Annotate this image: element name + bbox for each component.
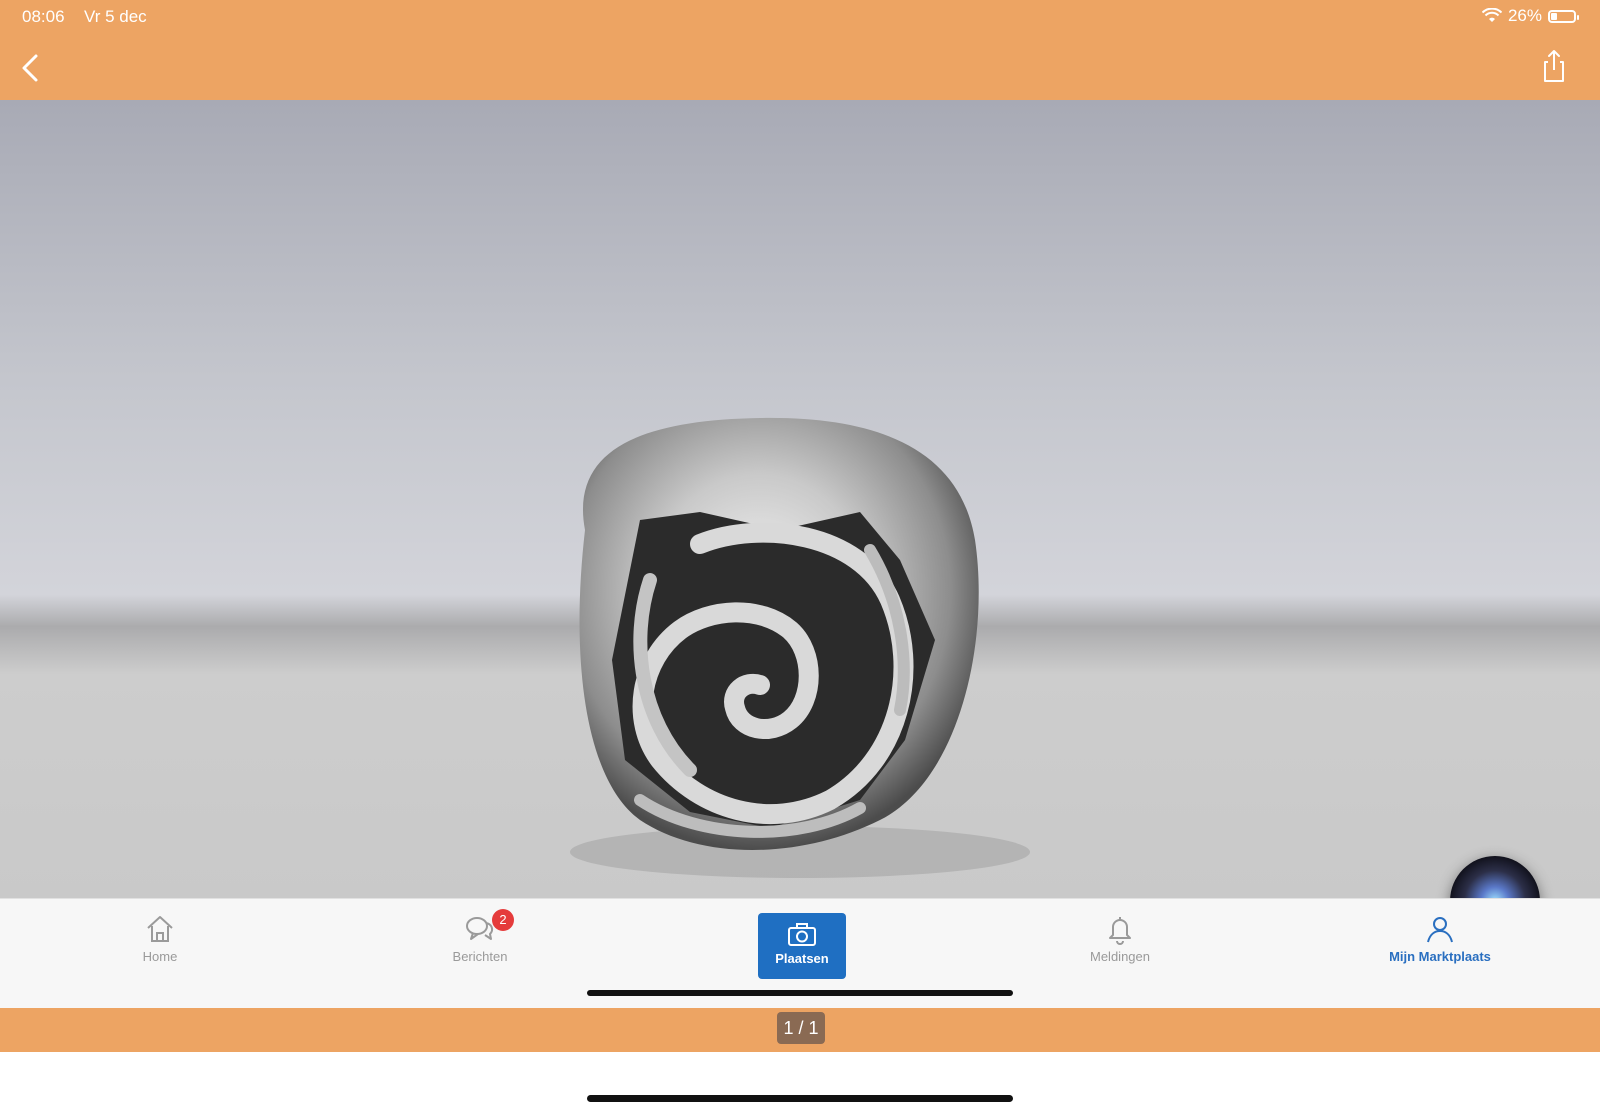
status-time: 08:06	[22, 7, 65, 26]
battery-icon	[1548, 9, 1579, 23]
share-icon	[1544, 50, 1564, 82]
gallery-counter: 1 / 1	[777, 1012, 825, 1044]
tab-messages-label: Berichten	[452, 949, 508, 964]
tab-my-marktplaats-label: Mijn Marktplaats	[1389, 949, 1491, 964]
person-icon	[1427, 917, 1453, 943]
share-button[interactable]	[1536, 48, 1572, 84]
battery-level	[1551, 12, 1557, 20]
nav-bar	[0, 32, 1600, 100]
home-indicator-inner	[587, 990, 1013, 996]
chevron-left-icon	[22, 54, 38, 82]
status-indicators: 26%	[1481, 6, 1579, 26]
battery-percent: 26%	[1507, 6, 1542, 25]
tab-notifications[interactable]: Meldingen	[1040, 913, 1200, 993]
status-date: Vr 5 dec	[84, 7, 147, 26]
tab-home[interactable]: Home	[80, 913, 240, 993]
tab-messages[interactable]: 2 Berichten	[400, 909, 560, 993]
wifi-icon	[1481, 8, 1502, 22]
tab-place-ad[interactable]: Plaatsen	[758, 913, 846, 979]
back-button[interactable]	[14, 50, 50, 86]
tab-my-marktplaats[interactable]: Mijn Marktplaats	[1360, 913, 1520, 993]
tab-place-label: Plaatsen	[775, 951, 829, 966]
listing-photo[interactable]	[0, 100, 1600, 898]
bell-icon	[1109, 917, 1131, 945]
tab-home-label: Home	[142, 949, 178, 964]
home-icon	[147, 916, 173, 942]
messages-badge: 2	[492, 909, 514, 931]
rose-charm-image	[570, 417, 1030, 878]
home-indicator[interactable]	[587, 1095, 1013, 1102]
gallery-counter-bar: 1 / 1	[0, 1008, 1600, 1052]
camera-icon	[788, 923, 816, 946]
tab-notifications-label: Meldingen	[1090, 949, 1150, 964]
status-bar: 08:06 Vr 5 dec 26%	[0, 0, 1600, 32]
